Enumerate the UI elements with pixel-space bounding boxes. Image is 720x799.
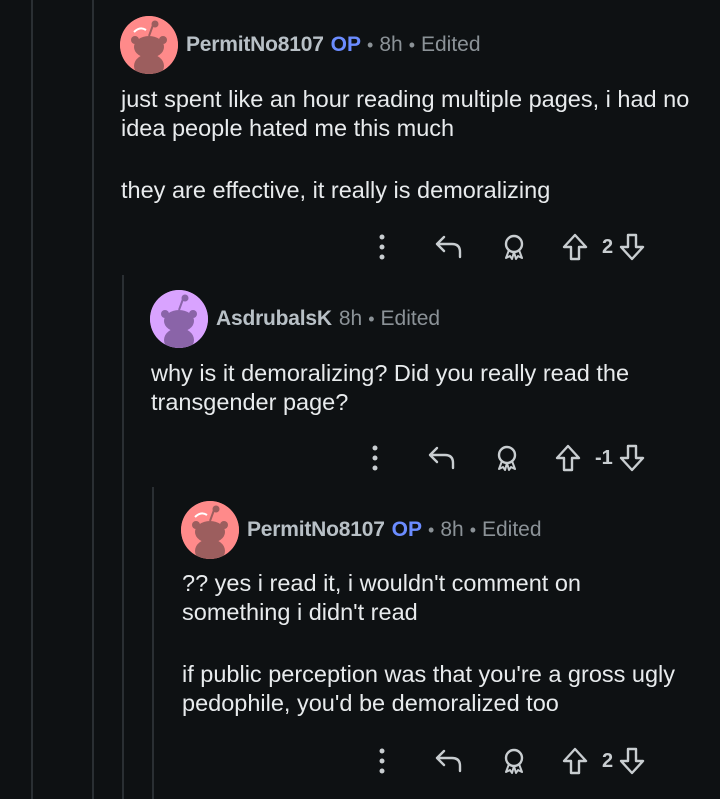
reply-icon [435,749,462,773]
comment-body: ?? yes i read it, i wouldn't comment on … [182,569,682,718]
separator-dot: • [428,520,435,540]
vote-score: 2 [602,749,614,772]
avatar[interactable] [181,501,239,559]
upvote-button[interactable] [552,747,598,775]
snoo-avatar-icon [181,501,239,559]
comment-meta: PermitNo8107 OP • 8h • Edited [247,518,542,542]
op-badge: OP [391,518,423,541]
comment-paragraph: if public perception was that you're a g… [182,661,676,716]
username[interactable]: PermitNo8107 [247,518,385,542]
comment-actions: 2 [362,741,647,781]
more-vertical-icon [379,748,385,774]
separator-dot: • [469,520,476,540]
downvote-icon [619,747,645,775]
comment-paragraph: ?? yes i read it, i wouldn't comment on … [182,570,581,625]
comment-header: PermitNo8107 OP • 8h • Edited [181,500,542,560]
award-button[interactable] [484,747,544,775]
award-icon [504,748,524,774]
comment-3: PermitNo8107 OP • 8h • Edited ?? yes i r… [0,0,720,799]
comment-thread: PermitNo8107 OP • 8h • Edited just spent… [0,0,720,799]
reply-button[interactable] [414,748,484,774]
downvote-button[interactable] [617,747,647,775]
edited-label: Edited [482,518,542,541]
more-options-button[interactable] [362,748,402,774]
timestamp[interactable]: 8h [440,518,463,542]
upvote-icon [562,747,588,775]
